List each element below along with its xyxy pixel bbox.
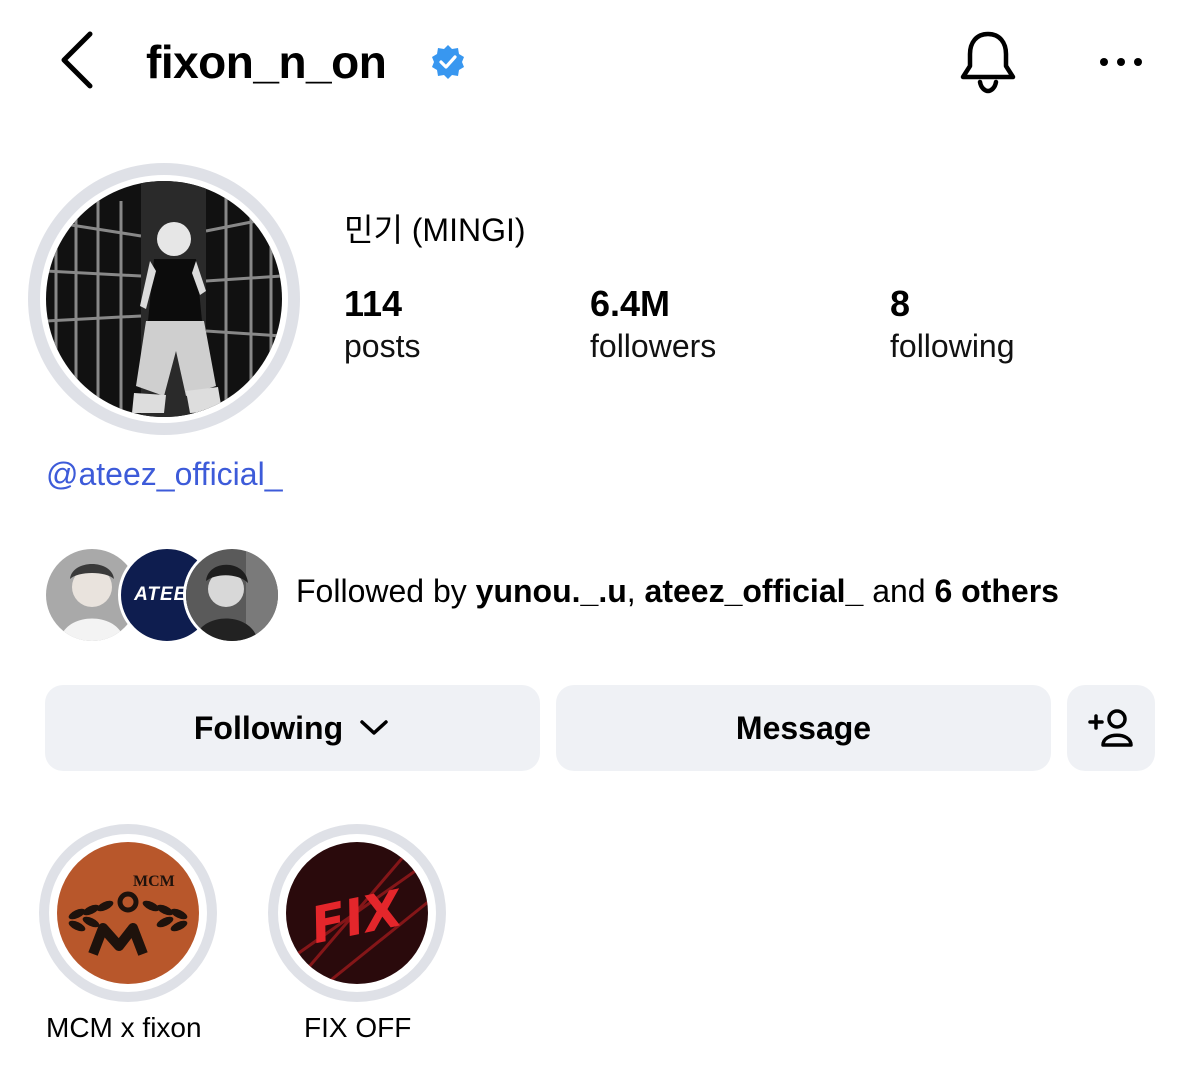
suggested-accounts-button[interactable] (1067, 685, 1155, 771)
mutual-others-count: 6 others (934, 573, 1059, 609)
message-button-label: Message (735, 709, 872, 746)
mutual-follower-avatar[interactable] (183, 546, 281, 644)
verified-badge-icon (430, 44, 466, 80)
display-name: 민기 (MINGI) (344, 212, 526, 248)
highlight-label: FIX OFF (304, 1012, 412, 1043)
highlight-label: MCM x fixon (46, 1012, 202, 1043)
message-button[interactable]: Message (556, 685, 1051, 771)
profile-username: fixon_n_on (146, 36, 387, 88)
profile-avatar[interactable] (46, 181, 282, 417)
and-text: and (863, 573, 935, 609)
followers-count: 6.4M (590, 283, 671, 324)
following-stat[interactable]: 8 following (890, 282, 1015, 366)
mutual-user-2: ateez_official_ (644, 573, 864, 609)
following-button[interactable]: Following (45, 685, 540, 771)
notifications-button[interactable] (956, 28, 1020, 96)
mutual-user-1: yunou._.u (475, 573, 627, 609)
highlight-mcm[interactable]: MCM (57, 842, 199, 984)
mcm-logo-text: MCM (133, 873, 175, 890)
followed-by-text[interactable]: Followed by yunou._.u, ateez_official_ a… (296, 569, 1059, 613)
following-count: 8 (890, 283, 911, 324)
followed-by-prefix: Followed by (296, 573, 476, 609)
followers-stat[interactable]: 6.4M followers (590, 282, 716, 366)
more-horizontal-icon (1100, 58, 1142, 66)
add-person-icon (1088, 709, 1133, 747)
more-options-button[interactable] (1096, 52, 1146, 72)
following-button-label: Following (193, 709, 344, 746)
chevron-down-icon (360, 720, 388, 735)
separator: , (626, 573, 645, 609)
posts-count: 114 (344, 283, 403, 324)
highlight-fix-off[interactable]: FIX (286, 842, 428, 984)
back-button[interactable] (50, 28, 110, 92)
chevron-left-icon (61, 31, 93, 89)
profile-mention-link[interactable]: @ateez_official_ (46, 454, 282, 494)
posts-label: posts (344, 328, 421, 364)
followers-label: followers (590, 328, 717, 364)
avatar-photo (46, 181, 282, 417)
posts-stat[interactable]: 114 posts (344, 282, 420, 366)
following-label: following (890, 328, 1015, 364)
bell-icon (960, 31, 1016, 94)
